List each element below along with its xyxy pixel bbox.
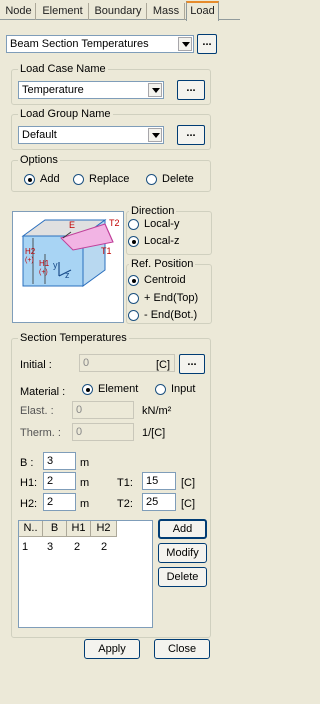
tab-node[interactable]: Node <box>2 3 36 20</box>
b-field[interactable]: 3 <box>43 452 76 470</box>
t2-field[interactable]: 25 <box>142 493 176 511</box>
h1-label: H1: <box>20 477 38 489</box>
load-case-title: Load Case Name <box>18 63 108 75</box>
therm-unit: 1/[C] <box>142 427 166 439</box>
t1-field[interactable]: 15 <box>142 472 176 490</box>
load-case-more-button[interactable]: ... <box>177 80 205 100</box>
diagram-label-e: E <box>69 220 75 230</box>
table-cell-h2: 2 <box>101 541 108 553</box>
table-header-no[interactable]: N.. <box>19 521 43 537</box>
tab-load[interactable]: Load <box>186 1 219 21</box>
chevron-down-icon[interactable] <box>178 37 192 51</box>
section-diagram: E T2 T1 H2 (+) H1 (+) y z <box>12 211 124 323</box>
diagram-label-t2: T2 <box>109 218 120 228</box>
ref-end-bot-label: - End(Bot.) <box>144 309 198 321</box>
load-group-select[interactable]: Default <box>18 126 164 144</box>
tab-element[interactable]: Element <box>37 3 89 20</box>
add-button[interactable]: Add <box>158 519 207 539</box>
therm-label: Therm. : <box>20 427 61 439</box>
initial-label: Initial : <box>20 359 52 371</box>
diagram-label-h2-sign: (+) <box>25 257 34 264</box>
material-input-label: Input <box>171 383 196 395</box>
tab-boundary[interactable]: Boundary <box>90 3 147 20</box>
modify-button[interactable]: Modify <box>158 543 207 563</box>
load-group-title: Load Group Name <box>18 108 113 120</box>
diagram-label-h1: H1 <box>39 259 50 268</box>
t1-label: T1: <box>117 477 133 489</box>
diagram-label-y: y <box>53 260 58 270</box>
h2-field[interactable]: 2 <box>43 493 76 511</box>
material-element-label: Element <box>98 383 139 395</box>
tab-mass[interactable]: Mass <box>148 3 185 20</box>
direction-local-z-label: Local-z <box>144 235 180 247</box>
diagram-label-h2: H2 <box>25 247 36 256</box>
initial-more-button[interactable]: ... <box>179 354 205 374</box>
load-case-select[interactable]: Temperature <box>18 81 164 99</box>
table-cell-h1: 2 <box>74 541 81 553</box>
material-label: Material : <box>20 386 66 398</box>
ref-centroid-label: Centroid <box>144 274 186 286</box>
ref-position-title: Ref. Position <box>129 258 196 270</box>
table-cell-b: 3 <box>47 541 54 553</box>
therm-field: 0 <box>72 423 134 441</box>
t1-unit: [C] <box>181 477 196 489</box>
direction-title: Direction <box>129 205 177 217</box>
load-type-more-button[interactable]: ... <box>197 34 217 54</box>
t2-label: T2: <box>117 498 133 510</box>
option-replace-label: Replace <box>89 173 130 185</box>
table-cell-no: 1 <box>22 541 29 553</box>
diagram-label-h1-sign: (+) <box>39 269 48 276</box>
h2-label: H2: <box>20 498 38 510</box>
tab-bar: Node Element Boundary Mass Load <box>0 0 240 21</box>
elast-label: Elast. : <box>20 405 54 417</box>
load-case-value: Temperature <box>22 84 84 96</box>
table-header-h2[interactable]: H2 <box>91 521 117 537</box>
h1-unit: m <box>80 477 90 489</box>
load-type-select[interactable]: Beam Section Temperatures <box>6 35 194 53</box>
section-diagram-svg: E T2 T1 H2 (+) H1 (+) y z <box>21 218 120 287</box>
table-header-b[interactable]: B <box>43 521 67 537</box>
apply-button[interactable]: Apply <box>84 639 140 659</box>
load-type-value: Beam Section Temperatures <box>10 38 149 50</box>
b-label: B : <box>20 457 34 469</box>
temperature-table[interactable]: N.. B H1 H2 1 3 2 2 <box>18 520 153 628</box>
h2-unit: m <box>80 498 90 510</box>
t2-unit: [C] <box>181 498 196 510</box>
option-add-label: Add <box>40 173 60 185</box>
delete-button[interactable]: Delete <box>158 567 207 587</box>
options-title: Options <box>18 154 60 166</box>
section-temps-title: Section Temperatures <box>18 332 129 344</box>
h1-field[interactable]: 2 <box>43 472 76 490</box>
diagram-label-t1: T1 <box>101 246 112 256</box>
elast-unit: kN/m² <box>142 405 172 417</box>
ref-end-top-label: + End(Top) <box>144 292 199 304</box>
load-group-more-button[interactable]: ... <box>177 125 205 145</box>
table-header-h1[interactable]: H1 <box>67 521 91 537</box>
initial-unit: [C] <box>156 359 171 371</box>
diagram-label-z: z <box>65 270 70 280</box>
chevron-down-icon[interactable] <box>148 83 162 97</box>
b-unit: m <box>80 457 90 469</box>
load-group-value: Default <box>22 129 57 141</box>
direction-local-y-label: Local-y <box>144 218 180 230</box>
option-delete-label: Delete <box>162 173 194 185</box>
chevron-down-icon[interactable] <box>148 128 162 142</box>
load-panel: Node Element Boundary Mass Load Beam Sec… <box>0 0 240 704</box>
close-button[interactable]: Close <box>154 639 210 659</box>
elast-field: 0 <box>72 401 134 419</box>
